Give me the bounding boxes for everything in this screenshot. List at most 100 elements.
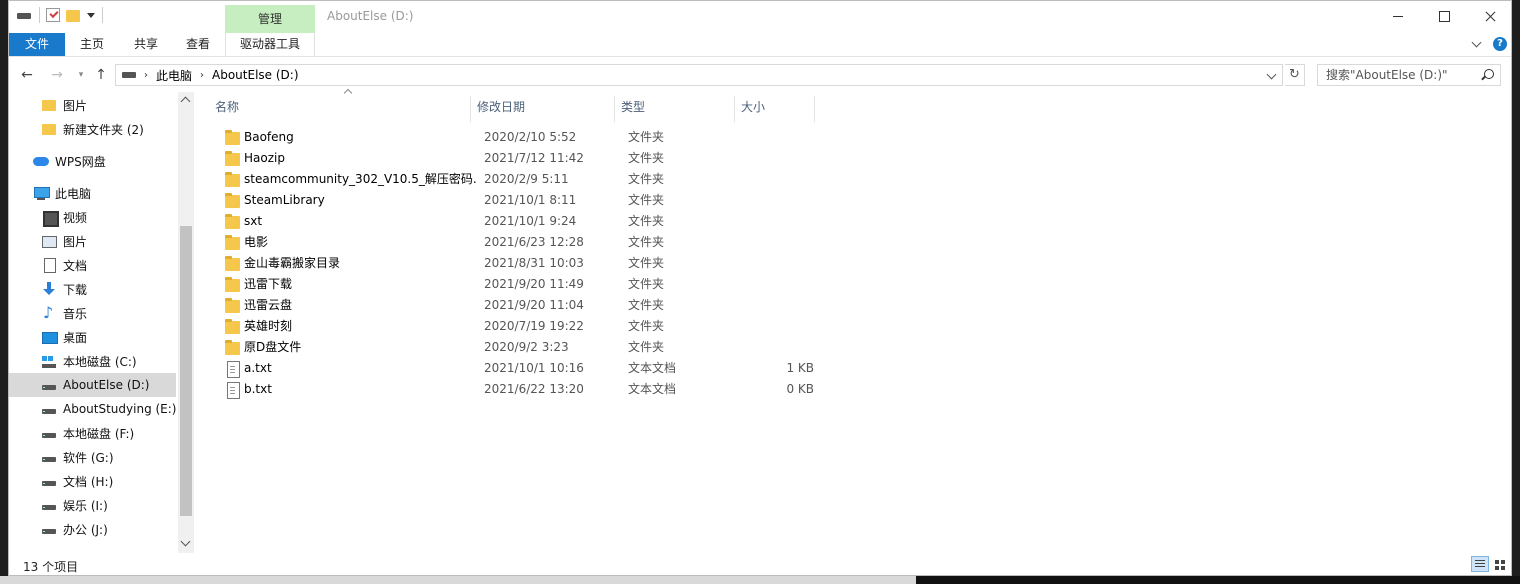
sidebar-item-desktop[interactable]: 桌面 (9, 325, 176, 349)
up-button[interactable]: ↑ (91, 66, 111, 84)
file-name: 金山毒霸搬家目录 (244, 256, 341, 270)
sidebar-item-this-pc[interactable]: 此电脑 (9, 181, 176, 205)
customize-toolbar-icon[interactable] (86, 10, 96, 20)
sidebar-item-pictures[interactable]: 图片 (9, 229, 176, 253)
file-name: Haozip (244, 151, 285, 165)
breadcrumb-current-drive[interactable]: AboutElse (D:) (212, 68, 299, 82)
table-row[interactable]: 电影 2021/6/23 12:28 文件夹 (209, 232, 809, 253)
file-size (749, 148, 814, 169)
sidebar-item-label: 本地磁盘 (C:) (63, 354, 137, 369)
column-header-date[interactable]: 修改日期 (471, 96, 615, 122)
cloud-icon (33, 153, 49, 169)
sidebar-item-music[interactable]: 音乐 (9, 301, 176, 325)
details-view-icon[interactable] (1471, 556, 1489, 572)
tab-share[interactable]: 共享 (121, 33, 171, 56)
status-bar: 13 个项目 (9, 553, 1511, 575)
file-name: 原D盘文件 (244, 340, 302, 354)
sidebar-item-label: WPS网盘 (55, 154, 106, 169)
file-size (749, 253, 814, 274)
drive-icon (41, 497, 57, 513)
table-row[interactable]: 金山毒霸搬家目录 2021/8/31 10:03 文件夹 (209, 253, 809, 274)
properties-icon[interactable] (46, 8, 60, 22)
scrollbar-thumb[interactable] (180, 226, 192, 516)
table-row[interactable]: sxt 2021/10/1 9:24 文件夹 (209, 211, 809, 232)
file-name: SteamLibrary (244, 193, 325, 207)
column-header-name[interactable]: 名称 (209, 88, 471, 122)
sidebar-item-drive-i[interactable]: 娱乐 (I:) (9, 493, 176, 517)
minimize-button[interactable] (1375, 1, 1421, 31)
sidebar-item-downloads[interactable]: 下载 (9, 277, 176, 301)
address-history-icon[interactable] (1266, 70, 1278, 82)
sidebar-item-drive-g[interactable]: 软件 (G:) (9, 445, 176, 469)
file-date: 2021/9/20 11:04 (484, 298, 584, 312)
file-date: 2020/2/10 5:52 (484, 130, 577, 144)
sidebar-item-drive-j[interactable]: 办公 (J:) (9, 517, 176, 541)
file-type: 文件夹 (628, 319, 665, 333)
toolbar-divider (102, 7, 103, 23)
breadcrumb-separator[interactable]: › (200, 70, 204, 81)
table-row[interactable]: a.txt 2021/10/1 10:16 文本文档 1 KB (209, 358, 814, 379)
maximize-button[interactable] (1421, 1, 1467, 31)
file-date: 2020/2/9 5:11 (484, 172, 569, 186)
file-type: 文件夹 (628, 298, 665, 312)
search-input[interactable]: 搜索"AboutElse (D:)" (1317, 64, 1501, 86)
table-row[interactable]: Baofeng 2020/2/10 5:52 文件夹 (209, 127, 809, 148)
breadcrumb-separator[interactable]: › (144, 70, 148, 81)
file-date: 2021/10/1 10:16 (484, 361, 584, 375)
help-icon[interactable]: ? (1493, 37, 1507, 51)
sidebar-item-label: 此电脑 (55, 186, 92, 201)
ribbon-controls: ? (1471, 37, 1507, 51)
folder-icon (225, 256, 241, 272)
back-button[interactable]: ← (17, 66, 37, 84)
sidebar-item-label: 新建文件夹 (2) (63, 122, 144, 137)
table-row[interactable]: 原D盘文件 2020/9/2 3:23 文件夹 (209, 337, 809, 358)
search-icon[interactable] (1484, 69, 1494, 79)
sidebar-item-videos[interactable]: 视频 (9, 205, 176, 229)
sidebar-item-drive-e[interactable]: AboutStudying (E:) (9, 397, 176, 421)
file-date: 2020/7/19 19:22 (484, 319, 584, 333)
tab-view[interactable]: 查看 (173, 33, 223, 56)
column-header-type[interactable]: 类型 (615, 96, 735, 122)
table-row[interactable]: 迅雷下载 2021/9/20 11:49 文件夹 (209, 274, 809, 295)
breadcrumb-this-pc[interactable]: 此电脑 (156, 67, 192, 84)
tab-home[interactable]: 主页 (67, 33, 117, 56)
file-date: 2021/8/31 10:03 (484, 256, 584, 270)
expand-ribbon-icon[interactable] (1471, 38, 1483, 50)
table-row[interactable]: 英雄时刻 2020/7/19 19:22 文件夹 (209, 316, 809, 337)
tab-file[interactable]: 文件 (9, 33, 65, 56)
sidebar-item-documents[interactable]: 文档 (9, 253, 176, 277)
table-row[interactable]: Haozip 2021/7/12 11:42 文件夹 (209, 148, 809, 169)
table-row[interactable]: SteamLibrary 2021/10/1 8:11 文件夹 (209, 190, 809, 211)
large-icons-view-icon[interactable] (1491, 556, 1509, 572)
sidebar-scrollbar[interactable] (178, 92, 194, 553)
refresh-button[interactable]: ↻ (1285, 64, 1305, 86)
folder-icon (225, 319, 241, 335)
table-row[interactable]: b.txt 2021/6/22 13:20 文本文档 0 KB (209, 379, 814, 400)
folder-icon (41, 97, 57, 113)
file-date: 2021/6/23 12:28 (484, 235, 584, 249)
file-type: 文本文档 (628, 361, 677, 375)
close-button[interactable] (1467, 1, 1511, 31)
sidebar-item-label: 文档 (H:) (63, 474, 114, 489)
tab-drive-tools[interactable]: 驱动器工具 (225, 33, 315, 56)
sidebar-item-pictures-folder[interactable]: 图片 (9, 93, 176, 117)
column-header-size[interactable]: 大小 (735, 96, 815, 122)
sidebar-item-drive-h[interactable]: 文档 (H:) (9, 469, 176, 493)
forward-button[interactable]: → (47, 66, 67, 84)
table-row[interactable]: steamcommunity_302_V10.5_解压密码... 2020/2/… (209, 169, 809, 190)
manage-tab[interactable]: 管理 (225, 5, 315, 33)
sidebar-item-drive-f[interactable]: 本地磁盘 (F:) (9, 421, 176, 445)
sidebar-item-new-folder-2[interactable]: 新建文件夹 (2) (9, 117, 176, 141)
recent-locations-button[interactable]: ▾ (71, 66, 91, 84)
sidebar-item-drive-c[interactable]: 本地磁盘 (C:) (9, 349, 176, 373)
file-date: 2021/7/12 11:42 (484, 151, 584, 165)
table-row[interactable]: 迅雷云盘 2021/9/20 11:04 文件夹 (209, 295, 809, 316)
new-folder-icon[interactable] (66, 10, 80, 22)
scroll-down-icon[interactable] (180, 536, 191, 547)
file-type: 文件夹 (628, 277, 665, 291)
sidebar-item-drive-d[interactable]: AboutElse (D:) (9, 373, 176, 397)
address-bar[interactable]: › 此电脑 › AboutElse (D:) (115, 64, 1283, 86)
scroll-up-icon[interactable] (180, 96, 191, 107)
sidebar-item-wps-cloud[interactable]: WPS网盘 (9, 149, 176, 173)
file-type: 文件夹 (628, 214, 665, 228)
